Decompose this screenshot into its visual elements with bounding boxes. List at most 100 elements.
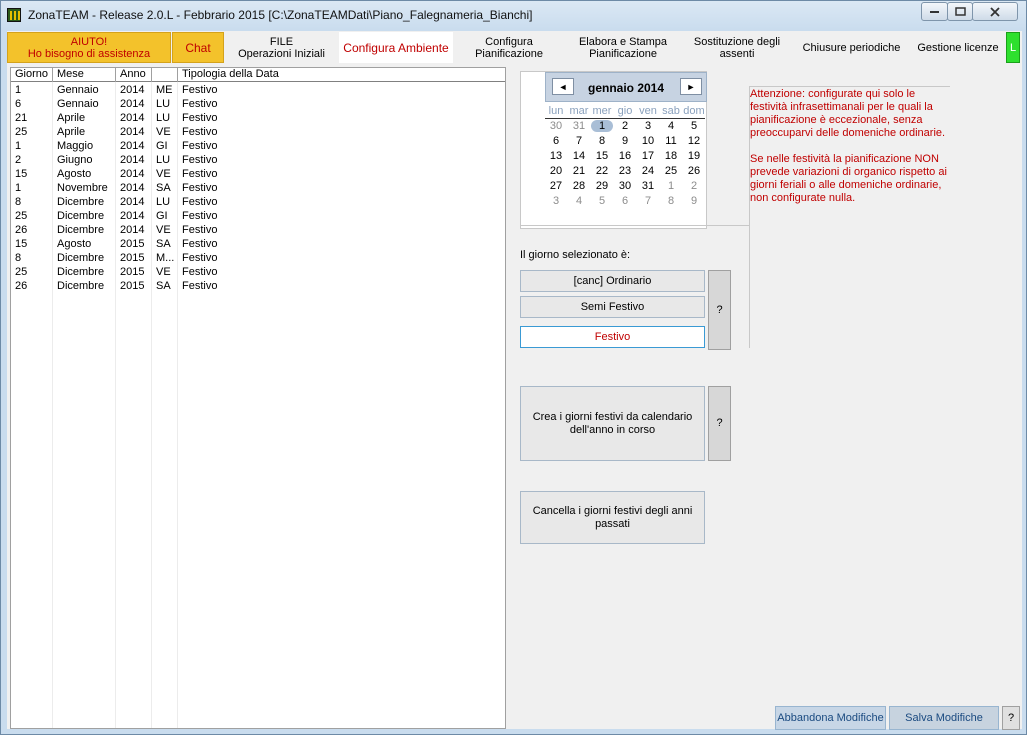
calendar-day[interactable]: 4 bbox=[660, 120, 682, 132]
table-row[interactable]: 25 Dicembre 2015 VE Festivo bbox=[11, 265, 505, 279]
calendar-day[interactable]: 6 bbox=[614, 195, 636, 207]
table-row[interactable]: 2 Giugno 2014 LU Festivo bbox=[11, 153, 505, 167]
col-header-giorno[interactable]: Giorno bbox=[11, 68, 53, 82]
abbandona-modifiche-button[interactable]: Abbandona Modifiche bbox=[775, 706, 886, 730]
minimize-button[interactable] bbox=[921, 2, 948, 21]
table-row[interactable]: 25 Aprile 2014 VE Festivo bbox=[11, 125, 505, 139]
table-row[interactable]: 26 Dicembre 2014 VE Festivo bbox=[11, 223, 505, 237]
table-cell: SA bbox=[156, 280, 171, 292]
table-cell: 15 bbox=[15, 238, 28, 250]
calendar-day[interactable]: 1 bbox=[660, 180, 682, 192]
day-type-help-button[interactable]: ? bbox=[708, 270, 731, 350]
tab-configura-pianificazione[interactable]: Configura Pianificazione bbox=[454, 32, 564, 63]
tab-license-status[interactable]: L bbox=[1006, 32, 1020, 63]
calendar-day[interactable]: 1 bbox=[591, 120, 613, 132]
calendar-day[interactable]: 14 bbox=[568, 150, 590, 162]
calendar-day[interactable]: 7 bbox=[568, 135, 590, 147]
calendar-day[interactable]: 4 bbox=[568, 195, 590, 207]
calendar-day[interactable]: 15 bbox=[591, 150, 613, 162]
calendar-day[interactable]: 8 bbox=[591, 135, 613, 147]
crea-festivi-button[interactable]: Crea i giorni festivi da calendario dell… bbox=[520, 386, 705, 461]
tab-file[interactable]: FILE Operazioni Iniziali bbox=[225, 32, 338, 63]
table-row[interactable]: 1 Maggio 2014 GI Festivo bbox=[11, 139, 505, 153]
calendar-day[interactable]: 2 bbox=[614, 120, 636, 132]
calendar-day[interactable]: 30 bbox=[614, 180, 636, 192]
table-row[interactable]: 15 Agosto 2014 VE Festivo bbox=[11, 167, 505, 181]
title-bar[interactable]: ZonaTEAM - Release 2.0.L - Febbrario 201… bbox=[1, 1, 1026, 29]
ordinario-button[interactable]: [canc] Ordinario bbox=[520, 270, 705, 292]
table-cell: VE bbox=[156, 168, 171, 180]
table-row[interactable]: 6 Gennaio 2014 LU Festivo bbox=[11, 97, 505, 111]
tab-chat[interactable]: Chat bbox=[172, 32, 224, 63]
calendar-day[interactable]: 30 bbox=[545, 120, 567, 132]
calendar-day[interactable]: 5 bbox=[683, 120, 705, 132]
calendar-day[interactable]: 26 bbox=[683, 165, 705, 177]
calendar-day[interactable]: 8 bbox=[660, 195, 682, 207]
col-header-tipologia[interactable]: Tipologia della Data bbox=[178, 68, 505, 82]
tab-sostituzione-assenti[interactable]: Sostituzione degli assenti bbox=[682, 32, 792, 63]
table-row[interactable]: 15 Agosto 2015 SA Festivo bbox=[11, 237, 505, 251]
calendar-day[interactable]: 28 bbox=[568, 180, 590, 192]
table-row[interactable]: 8 Dicembre 2015 M... Festivo bbox=[11, 251, 505, 265]
crea-festivi-help-button[interactable]: ? bbox=[708, 386, 731, 461]
cancella-festivi-button[interactable]: Cancella i giorni festivi degli anni pas… bbox=[520, 491, 705, 544]
calendar-day[interactable]: 5 bbox=[591, 195, 613, 207]
col-header-anno[interactable]: Anno bbox=[116, 68, 152, 82]
table-row[interactable]: 25 Dicembre 2014 GI Festivo bbox=[11, 209, 505, 223]
calendar-day[interactable]: 31 bbox=[637, 180, 659, 192]
calendar-weekday-label: lun bbox=[548, 105, 564, 117]
salva-modifiche-button[interactable]: Salva Modifiche bbox=[889, 706, 999, 730]
tab-aiuto[interactable]: AIUTO! Ho bisogno di assistenza bbox=[7, 32, 171, 63]
table-row[interactable]: 21 Aprile 2014 LU Festivo bbox=[11, 111, 505, 125]
calendar-day[interactable]: 29 bbox=[591, 180, 613, 192]
table-row[interactable]: 1 Gennaio 2014 ME Festivo bbox=[11, 83, 505, 97]
calendar-day[interactable]: 16 bbox=[614, 150, 636, 162]
table-cell: 26 bbox=[15, 280, 28, 292]
calendar-day[interactable]: 9 bbox=[614, 135, 636, 147]
calendar-day[interactable]: 22 bbox=[591, 165, 613, 177]
calendar-day[interactable]: 23 bbox=[614, 165, 636, 177]
table-row[interactable]: 26 Dicembre 2015 SA Festivo bbox=[11, 279, 505, 293]
calendar-day[interactable]: 25 bbox=[660, 165, 682, 177]
maximize-button[interactable] bbox=[947, 2, 973, 21]
calendar-day[interactable]: 21 bbox=[568, 165, 590, 177]
calendar-next-button[interactable]: ► bbox=[680, 78, 702, 95]
table-cell: Gennaio bbox=[57, 84, 99, 96]
col-header-weekday[interactable] bbox=[152, 68, 178, 82]
table-cell: 2014 bbox=[120, 84, 145, 96]
tab-configura-pianificazione-line2: Pianificazione bbox=[475, 47, 543, 60]
calendar-day[interactable]: 20 bbox=[545, 165, 567, 177]
table-row[interactable]: 8 Dicembre 2014 LU Festivo bbox=[11, 195, 505, 209]
calendar-day[interactable]: 7 bbox=[637, 195, 659, 207]
calendar-day[interactable]: 10 bbox=[637, 135, 659, 147]
table-cell: Festivo bbox=[182, 266, 218, 278]
footer-help-button[interactable]: ? bbox=[1002, 706, 1020, 730]
calendar-day[interactable]: 17 bbox=[637, 150, 659, 162]
table-row[interactable]: 1 Novembre 2014 SA Festivo bbox=[11, 181, 505, 195]
month-calendar[interactable]: ◄ gennaio 2014 ► lun mar mer gio ven sab dom 3… bbox=[520, 71, 707, 229]
calendar-day[interactable]: 18 bbox=[660, 150, 682, 162]
calendar-day[interactable]: 9 bbox=[683, 195, 705, 207]
calendar-day[interactable]: 13 bbox=[545, 150, 567, 162]
tab-chat-label: Chat bbox=[185, 40, 211, 55]
tab-gestione-licenze[interactable]: Gestione licenze bbox=[911, 32, 1005, 63]
calendar-day[interactable]: 31 bbox=[568, 120, 590, 132]
festivo-button[interactable]: Festivo bbox=[520, 326, 705, 348]
tab-configura-ambiente[interactable]: Configura Ambiente bbox=[339, 32, 453, 63]
calendar-day[interactable]: 6 bbox=[545, 135, 567, 147]
tab-chiusure-periodiche[interactable]: Chiusure periodiche bbox=[793, 32, 910, 63]
holidays-grid[interactable]: Giorno Mese Anno Tipologia della Data 1 G… bbox=[10, 67, 506, 729]
close-button[interactable] bbox=[972, 2, 1018, 21]
calendar-day[interactable]: 3 bbox=[545, 195, 567, 207]
calendar-day[interactable]: 12 bbox=[683, 135, 705, 147]
semi-festivo-button[interactable]: Semi Festivo bbox=[520, 296, 705, 318]
calendar-day[interactable]: 24 bbox=[637, 165, 659, 177]
calendar-day[interactable]: 19 bbox=[683, 150, 705, 162]
col-header-mese[interactable]: Mese bbox=[53, 68, 116, 82]
table-cell: 2015 bbox=[120, 238, 145, 250]
tab-elabora-stampa[interactable]: Elabora e Stampa Pianificazione bbox=[565, 32, 681, 63]
calendar-day[interactable]: 11 bbox=[660, 135, 682, 147]
calendar-day[interactable]: 27 bbox=[545, 180, 567, 192]
calendar-day[interactable]: 2 bbox=[683, 180, 705, 192]
calendar-day[interactable]: 3 bbox=[637, 120, 659, 132]
